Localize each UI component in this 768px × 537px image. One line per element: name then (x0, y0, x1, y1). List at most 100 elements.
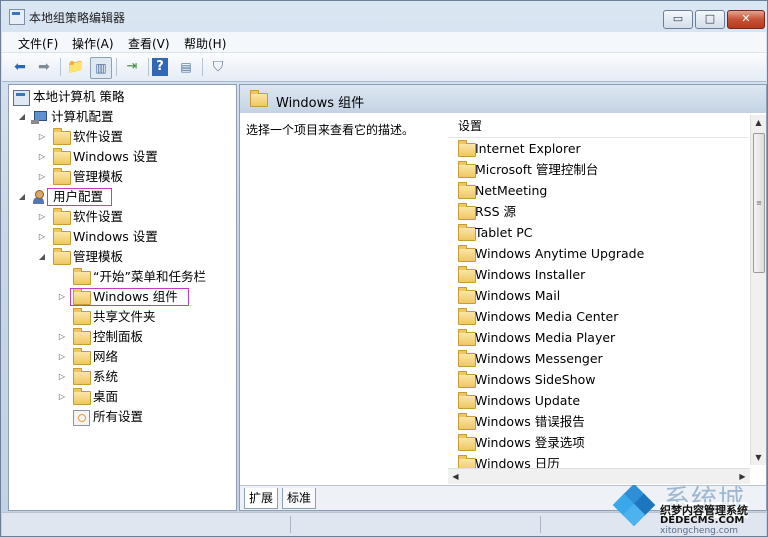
folder-icon (250, 90, 268, 107)
folder-icon (458, 140, 476, 157)
folder-icon (458, 371, 476, 388)
list-item-label: Windows Media Player (475, 330, 616, 345)
tree-item-user-software-settings[interactable]: ▷ 软件设置 (9, 207, 234, 227)
status-divider (540, 516, 541, 533)
tab-extended[interactable]: 扩展 (244, 488, 279, 509)
tab-standard[interactable]: 标准 (282, 488, 317, 509)
scroll-thumb[interactable]: ≡ (753, 133, 765, 273)
folder-icon (458, 224, 476, 241)
tree-item-user-admin-templates[interactable]: ◢ 管理模板 (9, 247, 234, 267)
collapse-triangle-icon[interactable]: ▷ (37, 207, 47, 227)
close-button[interactable]: ✕ (727, 10, 765, 29)
up-folder-icon[interactable]: 📁 (66, 57, 86, 77)
show-tree-icon[interactable]: ▥ (90, 57, 112, 79)
tree-item-label: 桌面 (93, 389, 119, 404)
list-item-label: Windows Installer (475, 267, 586, 282)
back-arrow-icon[interactable]: ⬅ (10, 57, 30, 77)
list-item-label: Tablet PC (475, 225, 533, 240)
scroll-right-arrow-icon[interactable]: ▶ (735, 469, 750, 484)
tree-item-label: 本地计算机 策略 (33, 89, 125, 104)
tree-item-network[interactable]: ▷ 网络 (9, 347, 234, 367)
toolbar-separator (116, 58, 117, 76)
collapse-triangle-icon[interactable]: ▷ (37, 227, 47, 247)
scroll-left-arrow-icon[interactable]: ◀ (448, 469, 463, 484)
collapse-triangle-icon[interactable]: ▷ (37, 147, 47, 167)
folder-icon (53, 208, 71, 225)
folder-icon (53, 128, 71, 145)
menu-help[interactable]: 帮助(H) (184, 35, 226, 52)
status-divider (290, 516, 291, 533)
menu-action[interactable]: 操作(A) (72, 35, 114, 52)
tree-item-computer-admin-templates[interactable]: ▷ 管理模板 (9, 167, 234, 187)
forward-arrow-icon[interactable]: ➡ (34, 57, 54, 77)
tree-item-system[interactable]: ▷ 系统 (9, 367, 234, 387)
policy-icon (13, 90, 30, 106)
expand-triangle-icon[interactable]: ◢ (17, 107, 27, 127)
tree-item-windows-components[interactable]: ▷ Windows 组件 (9, 287, 234, 307)
tree-item-label: 系统 (93, 369, 119, 384)
folder-icon (458, 161, 476, 178)
scroll-up-arrow-icon[interactable]: ▲ (751, 115, 766, 130)
collapse-triangle-icon[interactable]: ▷ (57, 327, 67, 347)
expand-triangle-icon[interactable]: ◢ (17, 187, 27, 207)
folder-icon (458, 308, 476, 325)
horizontal-scrollbar[interactable]: ◀ ▶ (448, 468, 750, 484)
folder-icon (458, 287, 476, 304)
tree-item-shared-folders[interactable]: 共享文件夹 (9, 307, 234, 327)
highlight-box (47, 188, 112, 206)
properties-icon[interactable]: ▤ (176, 57, 196, 77)
folder-icon (73, 348, 91, 365)
tree-item-all-settings[interactable]: 所有设置 (9, 407, 234, 427)
menu-file[interactable]: 文件(F) (18, 35, 58, 52)
title-bar[interactable]: 本地组策略编辑器 ▭ □ ✕ (1, 1, 767, 31)
tree-item-label: Windows 设置 (73, 229, 158, 244)
description-text: 选择一个项目来查看它的描述。 (246, 123, 415, 137)
folder-icon (53, 248, 71, 265)
list-item-label: Windows Media Center (475, 309, 619, 324)
filter-icon[interactable]: ⛉ (208, 57, 228, 77)
collapse-triangle-icon[interactable]: ▷ (37, 127, 47, 147)
folder-icon (73, 328, 91, 345)
tree-item-user-windows-settings[interactable]: ▷ Windows 设置 (9, 227, 234, 247)
help-icon[interactable]: ? (152, 58, 168, 76)
tree-item-local-policy[interactable]: 本地计算机 策略 (9, 87, 234, 107)
list-item-label: RSS 源 (475, 204, 517, 219)
tree-item-computer-software-settings[interactable]: ▷ 软件设置 (9, 127, 234, 147)
tree-item-desktop[interactable]: ▷ 桌面 (9, 387, 234, 407)
collapse-triangle-icon[interactable]: ▷ (57, 347, 67, 367)
tree-item-label: 管理模板 (73, 249, 124, 264)
menu-view[interactable]: 查看(V) (128, 35, 170, 52)
tree-item-start-menu-taskbar[interactable]: “开始”菜单和任务栏 (9, 267, 234, 287)
tree-item-label: 管理模板 (73, 169, 124, 184)
minimize-button[interactable]: ▭ (663, 10, 693, 29)
column-header-label: 设置 (458, 119, 483, 133)
maximize-button[interactable]: □ (695, 10, 725, 29)
collapse-triangle-icon[interactable]: ▷ (57, 287, 67, 307)
scroll-down-arrow-icon[interactable]: ▼ (751, 450, 766, 465)
column-header-settings[interactable]: 设置 (448, 115, 748, 138)
collapse-triangle-icon[interactable]: ▷ (57, 367, 67, 387)
folder-icon (458, 350, 476, 367)
vertical-scrollbar[interactable]: ▲ ≡ ▼ (750, 115, 766, 465)
folder-icon (458, 245, 476, 262)
folder-icon (53, 168, 71, 185)
folder-icon (73, 308, 91, 325)
expand-triangle-icon[interactable]: ◢ (37, 247, 47, 267)
details-header: Windows 组件 (240, 85, 766, 113)
list-item-label: Windows Update (475, 393, 581, 408)
tree-panel[interactable]: 本地计算机 策略 ◢ 计算机配置 ▷ 软件设置 ▷ Windows 设置 ▷ 管… (8, 84, 237, 511)
collapse-triangle-icon[interactable]: ▷ (37, 167, 47, 187)
tree-item-computer-config[interactable]: ◢ 计算机配置 (9, 107, 234, 127)
tree-item-control-panel[interactable]: ▷ 控制面板 (9, 327, 234, 347)
settings-list[interactable]: 设置 Internet Explorer Microsoft 管理控制台 Net… (448, 113, 766, 472)
windows-logo-icon (612, 485, 656, 527)
collapse-triangle-icon[interactable]: ▷ (57, 387, 67, 407)
export-list-icon[interactable]: ⇥ (122, 57, 142, 77)
highlight-box (70, 288, 189, 306)
main-window: 本地组策略编辑器 ▭ □ ✕ 文件(F) 操作(A) 查看(V) 帮助(H) ⬅… (0, 0, 768, 537)
list-item-label: Windows Anytime Upgrade (475, 246, 645, 261)
tree-item-label: 软件设置 (73, 129, 124, 144)
tree-item-computer-windows-settings[interactable]: ▷ Windows 设置 (9, 147, 234, 167)
tree-item-user-config[interactable]: ◢ 用户配置 (9, 187, 234, 207)
details-panel: Windows 组件 选择一个项目来查看它的描述。 设置 Internet Ex… (239, 84, 767, 511)
